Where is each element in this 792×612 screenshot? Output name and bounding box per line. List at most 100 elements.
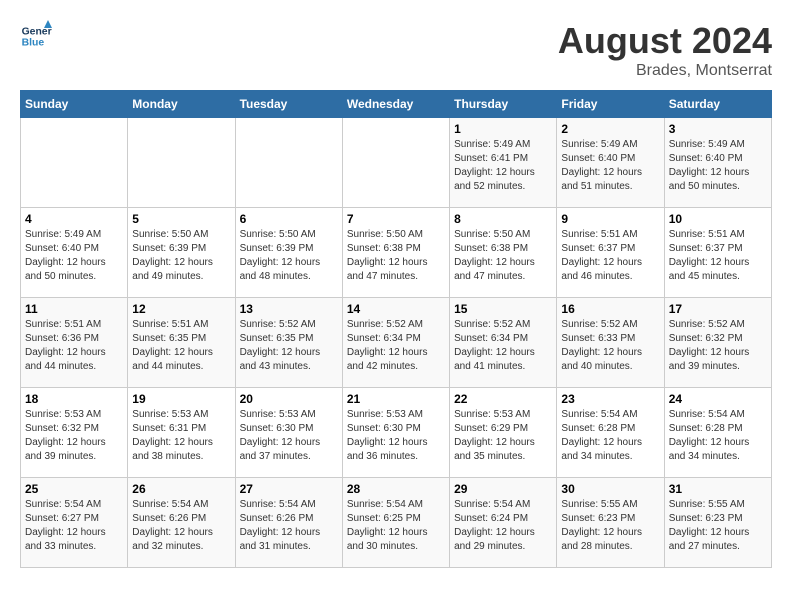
day-number: 21: [347, 392, 445, 406]
day-number: 24: [669, 392, 767, 406]
day-cell: 14 Sunrise: 5:52 AM Sunset: 6:34 PM Dayli…: [342, 298, 449, 388]
day-cell: 17 Sunrise: 5:52 AM Sunset: 6:32 PM Dayli…: [664, 298, 771, 388]
day-info: Sunrise: 5:55 AM Sunset: 6:23 PM Dayligh…: [669, 498, 767, 554]
weekday-header-thursday: Thursday: [450, 91, 557, 118]
day-number: 30: [561, 482, 659, 496]
day-number: 7: [347, 212, 445, 226]
day-info: Sunrise: 5:54 AM Sunset: 6:26 PM Dayligh…: [240, 498, 338, 554]
weekday-header-tuesday: Tuesday: [235, 91, 342, 118]
day-cell: 30 Sunrise: 5:55 AM Sunset: 6:23 PM Dayli…: [557, 478, 664, 568]
day-cell: [342, 118, 449, 208]
day-number: 28: [347, 482, 445, 496]
day-info: Sunrise: 5:54 AM Sunset: 6:28 PM Dayligh…: [561, 408, 659, 464]
day-cell: 29Sunrise: 5:54 AM Sunset: 6:24 PM Dayli…: [450, 478, 557, 568]
week-row-4: 18 Sunrise: 5:53 AM Sunset: 6:32 PM Dayli…: [21, 388, 772, 478]
day-number: 13: [240, 302, 338, 316]
day-info: Sunrise: 5:51 AM Sunset: 6:37 PM Dayligh…: [561, 228, 659, 284]
week-row-1: 1Sunrise: 5:49 AM Sunset: 6:41 PM Daylig…: [21, 118, 772, 208]
day-cell: 1Sunrise: 5:49 AM Sunset: 6:41 PM Daylig…: [450, 118, 557, 208]
day-cell: [21, 118, 128, 208]
day-info: Sunrise: 5:53 AM Sunset: 6:30 PM Dayligh…: [347, 408, 445, 464]
day-cell: [128, 118, 235, 208]
day-number: 18: [25, 392, 123, 406]
day-cell: 24 Sunrise: 5:54 AM Sunset: 6:28 PM Dayli…: [664, 388, 771, 478]
day-info: Sunrise: 5:53 AM Sunset: 6:29 PM Dayligh…: [454, 408, 552, 464]
page-subtitle: Brades, Montserrat: [558, 62, 772, 80]
day-cell: 16 Sunrise: 5:52 AM Sunset: 6:33 PM Dayli…: [557, 298, 664, 388]
day-info: Sunrise: 5:54 AM Sunset: 6:27 PM Dayligh…: [25, 498, 123, 554]
week-row-3: 11Sunrise: 5:51 AM Sunset: 6:36 PM Dayli…: [21, 298, 772, 388]
day-info: Sunrise: 5:49 AM Sunset: 6:40 PM Dayligh…: [669, 138, 767, 194]
day-info: Sunrise: 5:55 AM Sunset: 6:23 PM Dayligh…: [561, 498, 659, 554]
day-number: 9: [561, 212, 659, 226]
day-info: Sunrise: 5:52 AM Sunset: 6:34 PM Dayligh…: [347, 318, 445, 374]
svg-text:General: General: [22, 26, 52, 37]
page-title: August 2024: [558, 20, 772, 62]
day-number: 14: [347, 302, 445, 316]
day-cell: 8 Sunrise: 5:50 AM Sunset: 6:38 PM Daylig…: [450, 208, 557, 298]
day-info: Sunrise: 5:49 AM Sunset: 6:40 PM Dayligh…: [25, 228, 123, 284]
day-number: 17: [669, 302, 767, 316]
day-number: 2: [561, 122, 659, 136]
day-cell: 4 Sunrise: 5:49 AM Sunset: 6:40 PM Daylig…: [21, 208, 128, 298]
day-number: 20: [240, 392, 338, 406]
day-number: 11: [25, 302, 123, 316]
weekday-header-monday: Monday: [128, 91, 235, 118]
logo-icon: General Blue: [20, 20, 52, 52]
day-cell: 26 Sunrise: 5:54 AM Sunset: 6:26 PM Dayli…: [128, 478, 235, 568]
weekday-header-wednesday: Wednesday: [342, 91, 449, 118]
day-info: Sunrise: 5:50 AM Sunset: 6:38 PM Dayligh…: [347, 228, 445, 284]
day-cell: 2Sunrise: 5:49 AM Sunset: 6:40 PM Daylig…: [557, 118, 664, 208]
calendar-table: SundayMondayTuesdayWednesdayThursdayFrid…: [20, 90, 772, 568]
day-info: Sunrise: 5:50 AM Sunset: 6:39 PM Dayligh…: [132, 228, 230, 284]
day-number: 25: [25, 482, 123, 496]
day-info: Sunrise: 5:50 AM Sunset: 6:38 PM Dayligh…: [454, 228, 552, 284]
day-info: Sunrise: 5:54 AM Sunset: 6:25 PM Dayligh…: [347, 498, 445, 554]
week-row-2: 4 Sunrise: 5:49 AM Sunset: 6:40 PM Daylig…: [21, 208, 772, 298]
logo: General Blue General Blue: [20, 20, 52, 52]
day-cell: 27 Sunrise: 5:54 AM Sunset: 6:26 PM Dayli…: [235, 478, 342, 568]
day-cell: 28 Sunrise: 5:54 AM Sunset: 6:25 PM Dayli…: [342, 478, 449, 568]
day-number: 15: [454, 302, 552, 316]
day-info: Sunrise: 5:54 AM Sunset: 6:28 PM Dayligh…: [669, 408, 767, 464]
day-cell: 3 Sunrise: 5:49 AM Sunset: 6:40 PM Daylig…: [664, 118, 771, 208]
day-number: 12: [132, 302, 230, 316]
day-cell: 22 Sunrise: 5:53 AM Sunset: 6:29 PM Dayli…: [450, 388, 557, 478]
day-number: 27: [240, 482, 338, 496]
svg-text:Blue: Blue: [22, 38, 45, 49]
day-cell: 31 Sunrise: 5:55 AM Sunset: 6:23 PM Dayli…: [664, 478, 771, 568]
day-cell: 25 Sunrise: 5:54 AM Sunset: 6:27 PM Dayli…: [21, 478, 128, 568]
day-cell: 7 Sunrise: 5:50 AM Sunset: 6:38 PM Daylig…: [342, 208, 449, 298]
day-info: Sunrise: 5:53 AM Sunset: 6:30 PM Dayligh…: [240, 408, 338, 464]
day-cell: 10Sunrise: 5:51 AM Sunset: 6:37 PM Dayli…: [664, 208, 771, 298]
day-info: Sunrise: 5:52 AM Sunset: 6:32 PM Dayligh…: [669, 318, 767, 374]
weekday-header-sunday: Sunday: [21, 91, 128, 118]
day-number: 10: [669, 212, 767, 226]
day-info: Sunrise: 5:52 AM Sunset: 6:35 PM Dayligh…: [240, 318, 338, 374]
day-cell: 21 Sunrise: 5:53 AM Sunset: 6:30 PM Dayli…: [342, 388, 449, 478]
title-block: August 2024 Brades, Montserrat: [558, 20, 772, 80]
week-row-5: 25 Sunrise: 5:54 AM Sunset: 6:27 PM Dayli…: [21, 478, 772, 568]
day-cell: 13 Sunrise: 5:52 AM Sunset: 6:35 PM Dayli…: [235, 298, 342, 388]
page-header: General Blue General Blue August 2024 Br…: [20, 20, 772, 80]
day-number: 3: [669, 122, 767, 136]
day-number: 31: [669, 482, 767, 496]
day-number: 22: [454, 392, 552, 406]
day-cell: 6Sunrise: 5:50 AM Sunset: 6:39 PM Daylig…: [235, 208, 342, 298]
day-cell: 15Sunrise: 5:52 AM Sunset: 6:34 PM Dayli…: [450, 298, 557, 388]
day-info: Sunrise: 5:52 AM Sunset: 6:33 PM Dayligh…: [561, 318, 659, 374]
day-info: Sunrise: 5:53 AM Sunset: 6:32 PM Dayligh…: [25, 408, 123, 464]
day-info: Sunrise: 5:54 AM Sunset: 6:26 PM Dayligh…: [132, 498, 230, 554]
day-number: 16: [561, 302, 659, 316]
weekday-header-row: SundayMondayTuesdayWednesdayThursdayFrid…: [21, 91, 772, 118]
day-number: 29: [454, 482, 552, 496]
day-number: 8: [454, 212, 552, 226]
day-number: 6: [240, 212, 338, 226]
day-number: 4: [25, 212, 123, 226]
day-cell: 5Sunrise: 5:50 AM Sunset: 6:39 PM Daylig…: [128, 208, 235, 298]
day-cell: [235, 118, 342, 208]
day-number: 26: [132, 482, 230, 496]
day-cell: 23Sunrise: 5:54 AM Sunset: 6:28 PM Dayli…: [557, 388, 664, 478]
weekday-header-friday: Friday: [557, 91, 664, 118]
day-number: 1: [454, 122, 552, 136]
